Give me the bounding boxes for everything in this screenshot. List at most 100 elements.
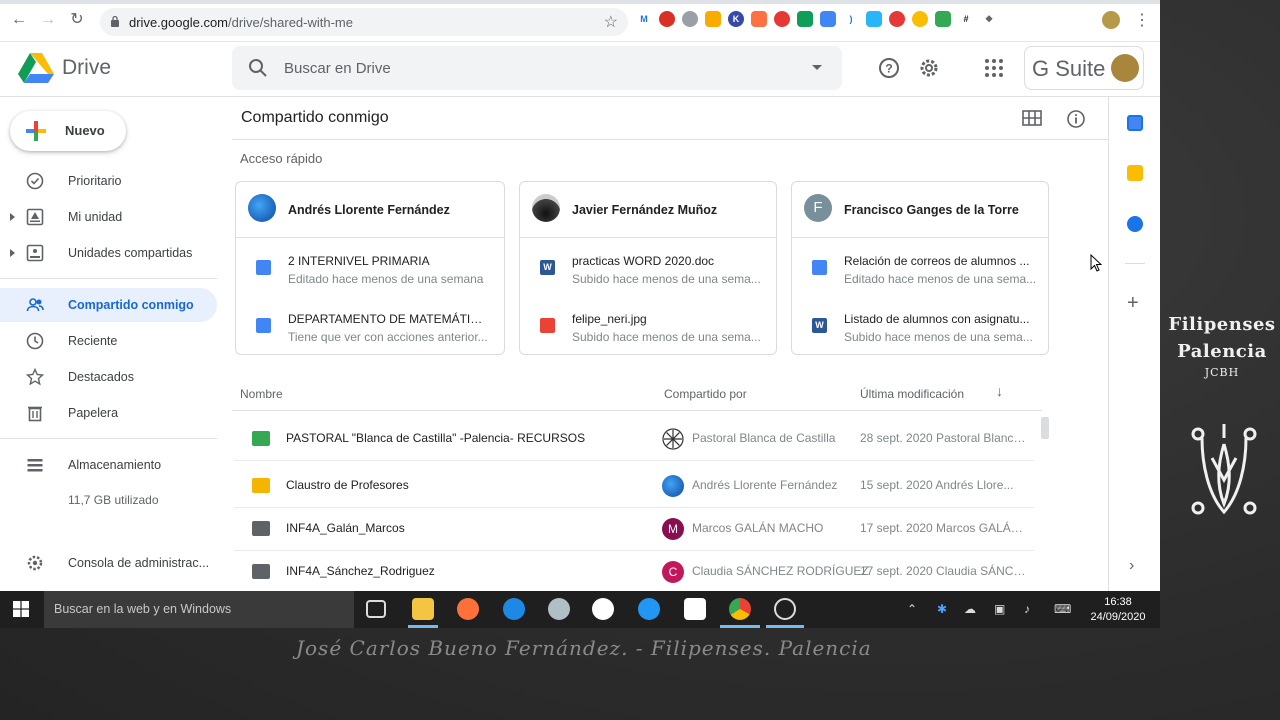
title-divider [232, 139, 1108, 140]
chrome-icon[interactable] [729, 598, 751, 620]
info-icon[interactable] [1066, 109, 1086, 129]
file-explorer-icon[interactable] [412, 598, 434, 620]
tray-chevron-up-icon[interactable]: ⌃ [907, 602, 917, 616]
taskbar-clock[interactable]: 16:38 24/09/2020 [1086, 595, 1150, 625]
extension-block-icon[interactable] [889, 11, 905, 27]
apps-grid-icon[interactable] [982, 56, 1006, 80]
author-signature: José Carlos Bueno Fernández. - Filipense… [296, 636, 872, 660]
table-row[interactable]: PASTORAL "Blanca de Castilla" -Palencia-… [234, 417, 1034, 461]
windows-start-icon[interactable] [13, 601, 29, 617]
grid-view-icon[interactable] [1022, 110, 1042, 126]
extension-drive-icon[interactable] [935, 11, 951, 27]
word-file-icon: W [540, 260, 555, 275]
sidebar-item-storage[interactable]: Almacenamiento [0, 448, 217, 482]
table-row[interactable]: Claustro de Profesores Andrés Llorente F… [234, 464, 1034, 508]
column-header-shared-by[interactable]: Compartido por [664, 387, 747, 401]
drive-logo-icon[interactable] [18, 52, 54, 84]
taskbar-search[interactable]: Buscar en la web y en Windows [44, 591, 354, 628]
browser-toolbar: ← → ↻ drive.google.com/drive/shared-with… [0, 0, 1160, 42]
firefox-icon[interactable] [457, 598, 479, 620]
extensions-puzzle-icon[interactable]: ❖ [981, 11, 997, 27]
column-header-modified[interactable]: Última modificación [860, 387, 964, 401]
table-row[interactable]: INF4A_Galán_Marcos M Marcos GALÁN MACHO … [234, 507, 1034, 551]
quick-access-card[interactable]: Javier Fernández Muñoz W practicas WORD … [519, 181, 777, 355]
sidebar-item-admin-console[interactable]: Consola de administrac... [0, 546, 217, 580]
store-icon[interactable] [684, 598, 706, 620]
quick-file-item[interactable]: Relación de correos de alumnos ... Edita… [792, 240, 1048, 296]
sidebar-divider [0, 438, 217, 439]
extension-translate-icon[interactable] [820, 11, 836, 27]
expand-arrow-icon[interactable] [10, 213, 15, 221]
bluetooth-icon[interactable]: ✱ [937, 602, 947, 616]
back-arrow-icon[interactable]: ← [9, 10, 29, 30]
column-header-name[interactable]: Nombre [240, 387, 283, 401]
account-avatar[interactable] [1111, 54, 1139, 82]
extension-arrow-icon[interactable] [751, 11, 767, 27]
extension-m-icon[interactable]: M [636, 11, 652, 27]
browser-profile-avatar[interactable] [1102, 11, 1120, 29]
tab-strip [0, 0, 1160, 4]
sidebar-item-priority[interactable]: Prioritario [0, 164, 217, 198]
row-owner: Andrés Llorente Fernández [692, 478, 838, 492]
scrollbar-thumb[interactable] [1041, 417, 1049, 439]
sort-down-arrow-icon[interactable]: ↓ [996, 383, 1003, 399]
extension-diamond-icon[interactable] [866, 11, 882, 27]
search-options-caret-icon[interactable] [812, 65, 822, 70]
extension-wave-icon[interactable]: ) [843, 11, 859, 27]
onedrive-cloud-icon[interactable]: ☁ [964, 602, 976, 616]
chevron-right-icon[interactable]: › [1129, 557, 1134, 575]
row-modified: 15 sept. 2020 Andrés Llore... [860, 478, 1014, 492]
quick-file-item[interactable]: W Listado de alumnos con asignatu... Sub… [792, 298, 1048, 354]
keyboard-icon[interactable]: ⌨ [1054, 602, 1071, 616]
star-icon [26, 368, 44, 386]
extension-hand-icon[interactable] [705, 11, 721, 27]
record-icon[interactable] [592, 598, 614, 620]
gsuite-account-button[interactable]: G Suite [1024, 46, 1144, 90]
edge-icon[interactable] [638, 598, 660, 620]
extension-clock-icon[interactable] [912, 11, 928, 27]
reload-icon[interactable]: ↻ [67, 10, 87, 30]
sidebar-item-shared-with-me[interactable]: Compartido conmigo [0, 288, 217, 322]
quick-file-item[interactable]: 2 INTERNIVEL PRIMARIA Editado hace menos… [236, 240, 504, 296]
search-input[interactable]: Buscar en Drive [232, 46, 842, 90]
expand-arrow-icon[interactable] [10, 249, 15, 257]
quick-file-item[interactable]: W practicas WORD 2020.doc Subido hace me… [520, 240, 776, 296]
quick-file-item[interactable]: DEPARTAMENTO DE MATEMÁTICAS Tiene que ve… [236, 298, 504, 354]
quick-access-card[interactable]: Andrés Llorente Fernández 2 INTERNIVEL P… [235, 181, 505, 355]
quick-file-item[interactable]: felipe_neri.jpg Subido hace menos de una… [520, 298, 776, 354]
card-owner-name: Francisco Ganges de la Torre [844, 203, 1019, 217]
tasks-icon[interactable] [1127, 216, 1143, 232]
search-icon[interactable] [248, 58, 268, 78]
url-host: drive.google.com [129, 15, 228, 30]
keep-icon[interactable] [1127, 165, 1143, 181]
extension-stop-icon[interactable] [659, 11, 675, 27]
extension-sheet-icon[interactable] [797, 11, 813, 27]
settings-gear-icon[interactable] [917, 56, 941, 80]
sidebar-item-shared-drives[interactable]: Unidades compartidas [0, 236, 217, 270]
volume-icon[interactable]: ♪ [1024, 602, 1030, 616]
obs-icon[interactable] [774, 598, 796, 620]
snipping-tool-icon[interactable] [548, 598, 570, 620]
network-icon[interactable]: ▣ [994, 602, 1005, 616]
sidebar-item-trash[interactable]: Papelera [0, 396, 217, 430]
table-row[interactable]: INF4A_Sánchez_Rodriguez C Claudia SÁNCHE… [234, 550, 1034, 594]
bookmark-star-icon[interactable]: ☆ [604, 12, 618, 32]
sidebar-item-starred[interactable]: Destacados [0, 360, 217, 394]
extension-grid-icon[interactable]: # [958, 11, 974, 27]
forward-arrow-icon[interactable]: → [38, 10, 58, 30]
edge-legacy-icon[interactable] [503, 598, 525, 620]
add-addon-plus-icon[interactable]: + [1127, 293, 1139, 313]
extension-yab-icon[interactable] [774, 11, 790, 27]
extension-k-icon[interactable]: K [728, 11, 744, 27]
calendar-icon[interactable] [1127, 115, 1143, 131]
quick-access-card[interactable]: F Francisco Ganges de la Torre Relación … [791, 181, 1049, 355]
extension-apple-icon[interactable] [682, 11, 698, 27]
new-button[interactable]: Nuevo [10, 111, 126, 151]
help-icon[interactable]: ? [877, 56, 901, 80]
sidebar-item-recent[interactable]: Reciente [0, 324, 217, 358]
browser-menu-icon[interactable]: ⋮ [1134, 10, 1150, 30]
task-view-icon[interactable] [366, 600, 386, 618]
storage-icon [27, 459, 43, 472]
sidebar-item-my-drive[interactable]: Mi unidad [0, 200, 217, 234]
address-bar[interactable]: drive.google.com/drive/shared-with-me ☆ [100, 8, 628, 36]
